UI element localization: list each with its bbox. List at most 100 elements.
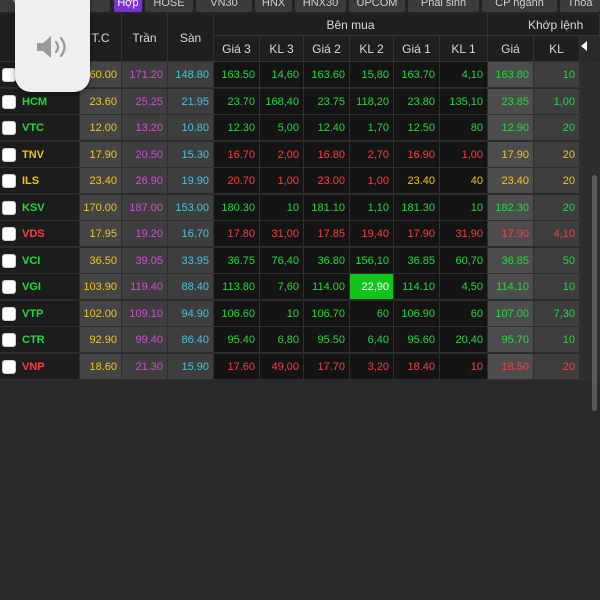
cell-kl[interactable]: 20	[534, 353, 580, 380]
cell-g2[interactable]: 36.80	[304, 247, 350, 274]
cell-k1[interactable]: 80	[440, 115, 488, 141]
cell-k3[interactable]: 76,40	[260, 247, 304, 274]
vertical-scrollbar[interactable]	[592, 175, 597, 411]
cell-g3[interactable]: 12.30	[214, 115, 260, 141]
cell-g2[interactable]: 114.00	[304, 274, 350, 300]
cell-g3[interactable]: 17.60	[214, 353, 260, 380]
cell-k1[interactable]: 40	[440, 168, 488, 194]
cell-kl[interactable]: 20	[534, 141, 580, 168]
cell-gia[interactable]: 163.80	[488, 62, 534, 88]
tab-1[interactable]: Hợp	[114, 0, 142, 12]
cell-g3[interactable]: 20.70	[214, 168, 260, 194]
tab-8[interactable]: CP ngành	[482, 0, 557, 12]
cell-k1[interactable]: 135,10	[440, 88, 488, 115]
cell-tran[interactable]: 20.50	[122, 141, 168, 168]
table-row[interactable]: VTC 12.00 13.20 10.80 12.30 5,00 12.40 1,70 12.5…	[0, 115, 600, 141]
cell-tran[interactable]: 13.20	[122, 115, 168, 141]
cell-tc[interactable]: 17.90	[80, 141, 122, 168]
cell-g3[interactable]: 36.75	[214, 247, 260, 274]
cell-g1[interactable]: 23.40	[394, 168, 440, 194]
cell-gia[interactable]: 107.00	[488, 300, 534, 327]
cell-kl[interactable]: 20	[534, 194, 580, 221]
table-row[interactable]: VGI 103.90 119.40 88.40 113.80 7,60 114.00 22,9…	[0, 274, 600, 300]
cell-gia[interactable]: 36.85	[488, 247, 534, 274]
tab-9[interactable]: Thỏa	[560, 0, 600, 12]
cell-g2[interactable]: 17.85	[304, 221, 350, 247]
cell-tc[interactable]: 36.50	[80, 247, 122, 274]
tab-6[interactable]: UPCOM	[349, 0, 405, 12]
cell-tc[interactable]: 23.60	[80, 88, 122, 115]
cell-tran[interactable]: 39.05	[122, 247, 168, 274]
cell-san[interactable]: 33.95	[168, 247, 214, 274]
cell-tran[interactable]: 171.20	[122, 62, 168, 88]
cell-san[interactable]: 19.90	[168, 168, 214, 194]
stock-symbol[interactable]: TNV	[22, 142, 44, 168]
cell-kl[interactable]: 7,30	[534, 300, 580, 327]
row-checkbox[interactable]	[2, 359, 16, 374]
cell-g3[interactable]: 23.70	[214, 88, 260, 115]
cell-kl[interactable]: 10	[534, 327, 580, 353]
stock-symbol[interactable]: VTC	[22, 115, 44, 141]
volume-overlay[interactable]	[15, 0, 90, 92]
cell-tc[interactable]: 103.90	[80, 274, 122, 300]
cell-san[interactable]: 21.95	[168, 88, 214, 115]
row-checkbox[interactable]	[2, 253, 16, 268]
stock-symbol[interactable]: VCI	[22, 248, 40, 274]
cell-tc[interactable]: 92.90	[80, 327, 122, 353]
cell-k2[interactable]: 2,70	[350, 141, 394, 168]
cell-g2[interactable]: 23.75	[304, 88, 350, 115]
cell-tran[interactable]: 19.20	[122, 221, 168, 247]
stock-symbol[interactable]: KSV	[22, 195, 45, 221]
table-row[interactable]: ILS 23.40 26.90 19.90 20.70 1,00 23.00 1,00 23.4…	[0, 168, 600, 194]
row-checkbox[interactable]	[2, 174, 16, 188]
cell-san[interactable]: 153.00	[168, 194, 214, 221]
cell-tran[interactable]: 99.40	[122, 327, 168, 353]
table-row[interactable]: VCI 36.50 39.05 33.95 36.75 76,40 36.80 156,10 3…	[0, 247, 600, 274]
cell-g3[interactable]: 113.80	[214, 274, 260, 300]
table-row[interactable]: KSV 170.00 187.00 153.00 180.30 10 181.10 1,10 1…	[0, 194, 600, 221]
cell-k2[interactable]: 60	[350, 300, 394, 327]
cell-kl[interactable]: 1,00	[534, 88, 580, 115]
cell-k1[interactable]: 4,10	[440, 62, 488, 88]
cell-g1[interactable]: 106.90	[394, 300, 440, 327]
cell-gia[interactable]: 23.85	[488, 88, 534, 115]
cell-san[interactable]: 94.90	[168, 300, 214, 327]
cell-k3[interactable]: 49,00	[260, 353, 304, 380]
cell-g1[interactable]: 17.90	[394, 221, 440, 247]
cell-k1[interactable]: 20,40	[440, 327, 488, 353]
cell-gia[interactable]: 12.90	[488, 115, 534, 141]
tab-4[interactable]: HNX	[255, 0, 292, 12]
cell-k2[interactable]: 156,10	[350, 247, 394, 274]
cell-k1[interactable]: 31,90	[440, 221, 488, 247]
cell-g2[interactable]: 163.60	[304, 62, 350, 88]
cell-k2[interactable]: 22,90	[350, 274, 394, 300]
cell-g3[interactable]: 106.60	[214, 300, 260, 327]
cell-g2[interactable]: 16.80	[304, 141, 350, 168]
scroll-left-arrow-icon[interactable]	[581, 41, 587, 51]
table-row[interactable]: 60.00 171.20 148.80 163.50 14,60 163.60 15,80 1…	[0, 62, 600, 88]
row-checkbox[interactable]	[2, 227, 16, 241]
cell-g1[interactable]: 95.60	[394, 327, 440, 353]
tab-2[interactable]: HOSE	[145, 0, 193, 12]
cell-k2[interactable]: 1,70	[350, 115, 394, 141]
cell-tran[interactable]: 26.90	[122, 168, 168, 194]
cell-g1[interactable]: 12.50	[394, 115, 440, 141]
row-checkbox[interactable]	[2, 147, 16, 162]
cell-tran[interactable]: 109.10	[122, 300, 168, 327]
cell-k2[interactable]: 118,20	[350, 88, 394, 115]
table-row[interactable]: HCM 23.60 25.25 21.95 23.70 168,40 23.75 118,20…	[0, 88, 600, 115]
cell-kl[interactable]: 50	[534, 247, 580, 274]
cell-san[interactable]: 10.80	[168, 115, 214, 141]
cell-k3[interactable]: 14,60	[260, 62, 304, 88]
cell-k3[interactable]: 7,60	[260, 274, 304, 300]
cell-g3[interactable]: 16.70	[214, 141, 260, 168]
cell-g2[interactable]: 106.70	[304, 300, 350, 327]
cell-k2[interactable]: 15,80	[350, 62, 394, 88]
table-row[interactable]: TNV 17.90 20.50 15.30 16.70 2,00 16.80 2,70 16.9…	[0, 141, 600, 168]
cell-k1[interactable]: 60	[440, 300, 488, 327]
cell-g1[interactable]: 114.10	[394, 274, 440, 300]
cell-tc[interactable]: 102.00	[80, 300, 122, 327]
tab-7[interactable]: Phái sinh	[408, 0, 479, 12]
table-row[interactable]: VTP 102.00 109.10 94.90 106.60 10 106.70 60 106.…	[0, 300, 600, 327]
cell-g2[interactable]: 23.00	[304, 168, 350, 194]
